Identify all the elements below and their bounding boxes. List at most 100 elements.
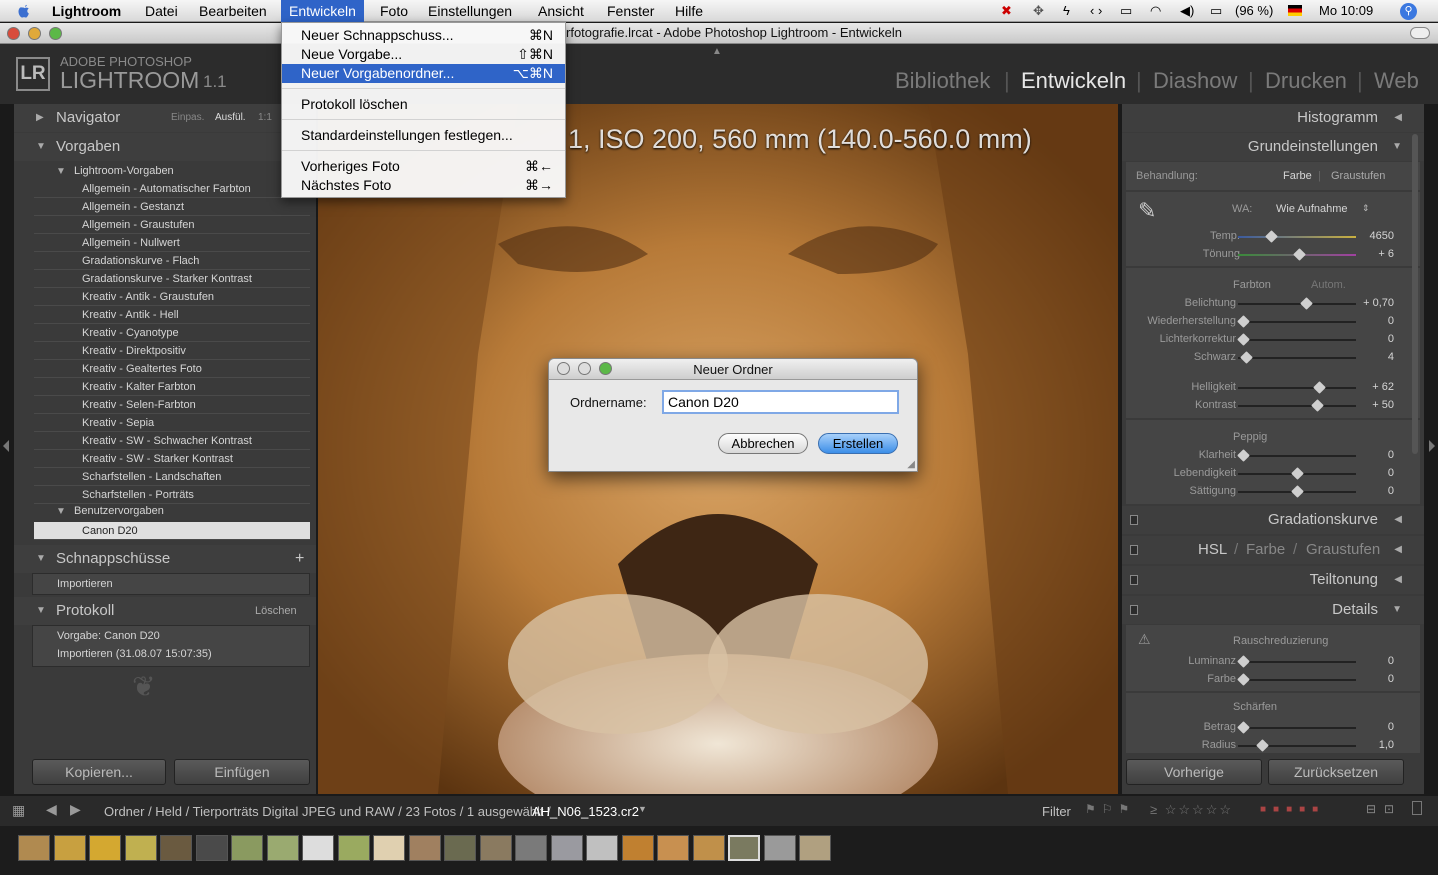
menu-datei[interactable]: Datei (145, 0, 178, 22)
filmstrip-thumbnail[interactable] (231, 835, 263, 861)
module-diashow[interactable]: Diashow (1153, 68, 1237, 94)
display-icon[interactable]: ▭ (1120, 0, 1132, 22)
tint-value[interactable]: + 6 (1344, 248, 1394, 260)
preset-item[interactable]: Allgemein - Graustufen (34, 216, 310, 234)
preset-item[interactable]: Kreativ - SW - Starker Kontrast (34, 450, 310, 468)
blacks-slider[interactable] (1238, 351, 1356, 364)
fill-light-value[interactable]: 0 (1344, 333, 1394, 345)
amount-slider[interactable] (1236, 721, 1356, 734)
resize-grip-icon[interactable]: ◢ (907, 459, 915, 470)
filmstrip-thumbnail[interactable] (195, 835, 228, 861)
minimize-icon[interactable] (28, 27, 41, 40)
menu-item-next-photo[interactable]: Nächstes Foto ⌘→ (282, 176, 565, 195)
hsl-header[interactable]: HSL / Farbe / Graustufen ◀ (1122, 536, 1424, 564)
recovery-slider[interactable] (1236, 315, 1356, 328)
preset-item[interactable]: Kreativ - Cyanotype (34, 324, 310, 342)
contrast-slider-knob[interactable] (1311, 399, 1324, 412)
filmstrip-thumbnail[interactable] (763, 835, 796, 861)
preset-item[interactable]: Scharfstellen - Landschaften (34, 468, 310, 486)
toolbar-toggle-button[interactable] (1410, 27, 1430, 39)
blacks-value[interactable]: 4 (1344, 351, 1394, 363)
filmstrip-thumbnail[interactable] (18, 835, 50, 861)
right-panel-toggle-icon[interactable] (1429, 440, 1435, 452)
protokoll-header[interactable]: ▼ Protokoll Löschen (14, 597, 316, 625)
radius-slider-knob[interactable] (1255, 739, 1269, 752)
preset-item[interactable]: Kreativ - SW - Schwacher Kontrast (34, 432, 310, 450)
exposure-slider-knob[interactable] (1300, 297, 1314, 310)
auto-tone-button[interactable]: Autom. (1311, 279, 1346, 291)
left-panel-toggle-icon[interactable] (3, 440, 9, 452)
filmstrip-thumbnail[interactable] (373, 835, 405, 861)
nav-fill-option[interactable]: Ausfül. (215, 104, 246, 132)
switch-icon[interactable] (1412, 801, 1422, 815)
preset-item[interactable]: Kreativ - Antik - Hell (34, 306, 310, 324)
wb-select[interactable]: Wie Aufnahme (1276, 203, 1348, 215)
preset-item[interactable]: Allgemein - Automatischer Farbton (34, 180, 310, 198)
cancel-button[interactable]: Abbrechen (718, 433, 808, 454)
saturation-slider[interactable] (1238, 485, 1356, 498)
nav-fit-option[interactable]: Einpas. (171, 104, 204, 132)
color-label-filter-icons[interactable]: ■■■■■ (1260, 804, 1325, 815)
filmstrip-thumbnail[interactable] (515, 835, 547, 861)
grid-icon[interactable]: ▦ (12, 802, 25, 819)
clear-history-button[interactable]: Löschen (255, 597, 297, 625)
temp-slider-knob[interactable] (1265, 230, 1278, 243)
preset-group-user[interactable]: Benutzervorgaben (74, 505, 164, 517)
treatment-grayscale-option[interactable]: Graustufen (1331, 170, 1385, 182)
hsl-gray-tab[interactable]: Graustufen (1306, 536, 1380, 564)
menu-bearbeiten[interactable]: Bearbeiten (199, 0, 267, 22)
scrollbar[interactable] (1412, 134, 1418, 454)
menu-hilfe[interactable]: Hilfe (675, 0, 703, 22)
panel-switch-icon[interactable] (1130, 545, 1138, 555)
add-snapshot-button[interactable]: + (295, 545, 304, 573)
apple-icon[interactable] (16, 2, 32, 19)
filmstrip-thumbnail[interactable] (124, 835, 157, 861)
filmstrip-thumbnail[interactable] (728, 835, 760, 861)
filmstrip-thumbnail[interactable] (444, 835, 476, 861)
filmstrip-thumbnail[interactable] (621, 835, 654, 861)
filmstrip-thumbnail[interactable] (550, 835, 583, 861)
german-flag-icon[interactable] (1288, 5, 1302, 16)
vibrance-slider[interactable] (1238, 467, 1356, 480)
folder-collapse-icon[interactable]: ▼ (56, 166, 66, 177)
brightness-value[interactable]: + 62 (1344, 381, 1394, 393)
filmstrip-thumbnail[interactable] (160, 835, 192, 861)
luminance-slider[interactable] (1236, 655, 1356, 668)
menu-fenster[interactable]: Fenster (607, 0, 654, 22)
preset-item[interactable]: Kreativ - Selen-Farbton (34, 396, 310, 414)
nav-1-1-option[interactable]: 1:1 (258, 104, 272, 132)
filmstrip-thumbnail[interactable] (479, 835, 512, 861)
clock[interactable]: Mo 10:09 (1319, 0, 1373, 22)
filmstrip-thumbnail[interactable] (657, 835, 689, 861)
preset-item[interactable]: Scharfstellen - Porträts (34, 486, 310, 504)
brightness-slider-knob[interactable] (1313, 381, 1327, 394)
recovery-value[interactable]: 0 (1344, 315, 1394, 327)
panel-switch-icon[interactable] (1130, 605, 1138, 615)
module-bibliothek[interactable]: Bibliothek (895, 68, 990, 94)
volume-icon[interactable]: ◀) (1180, 0, 1194, 22)
back-arrow-icon[interactable]: ◀ (46, 801, 57, 818)
preset-item[interactable]: Allgemein - Gestanzt (34, 198, 310, 216)
preset-item-selected[interactable]: Canon D20 (34, 522, 310, 540)
recovery-slider-knob[interactable] (1236, 315, 1250, 328)
menu-item-new-preset-folder[interactable]: Neuer Vorgabenordner... ⌥⌘N (282, 64, 565, 83)
panel-switch-icon[interactable] (1130, 575, 1138, 585)
snapshot-item[interactable]: Importieren (57, 578, 113, 590)
fill-light-slider-knob[interactable] (1236, 333, 1250, 346)
navigator-header[interactable]: ▶ Navigator Einpas. Ausfül. 1:1 (14, 104, 316, 132)
menu-item-previous-photo[interactable]: Vorheriges Foto ⌘← (282, 157, 565, 176)
filmstrip-thumbnail[interactable] (266, 835, 299, 861)
folder-name-input[interactable]: Canon D20 (662, 390, 899, 414)
hsl-color-tab[interactable]: Farbe (1246, 536, 1285, 564)
forward-arrow-icon[interactable]: ▶ (70, 801, 81, 818)
menu-item-set-defaults[interactable]: Standardeinstellungen festlegen... (282, 126, 565, 145)
code-icon[interactable]: ‹ › (1090, 0, 1102, 22)
preset-item[interactable]: Gradationskurve - Starker Kontrast (34, 270, 310, 288)
copy-button[interactable]: Kopieren... (32, 759, 166, 785)
eyedropper-icon[interactable]: ✎ (1138, 198, 1156, 224)
previous-button[interactable]: Vorherige (1126, 759, 1262, 785)
wifi-icon[interactable]: ◠ (1150, 0, 1161, 22)
clarity-value[interactable]: 0 (1344, 449, 1394, 461)
vibrance-value[interactable]: 0 (1344, 467, 1394, 479)
noise-color-slider[interactable] (1236, 673, 1356, 686)
